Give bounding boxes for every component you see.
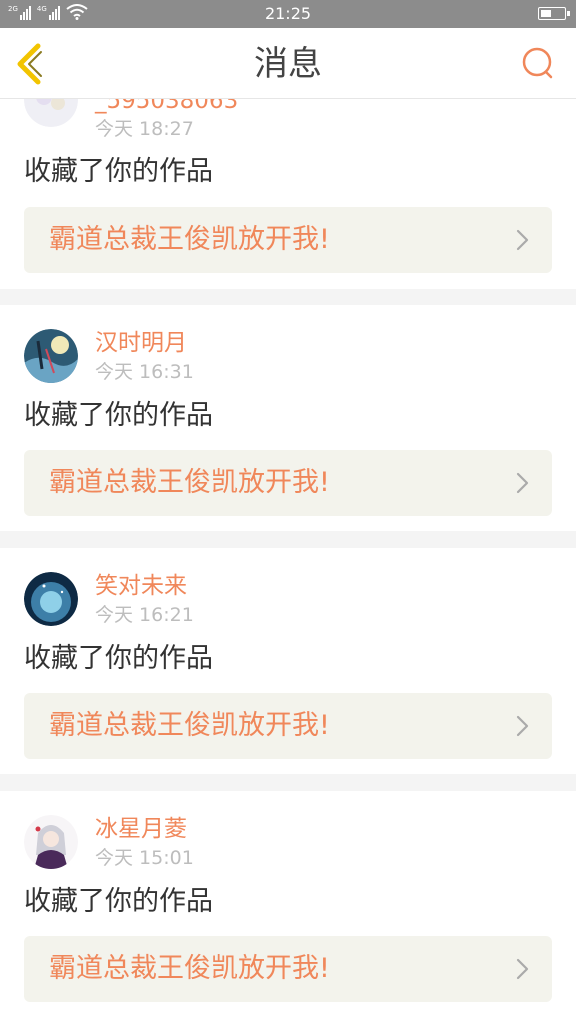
chevron-right-icon [516, 958, 529, 980]
message-card: _595038063 今天 18:27 收藏了你的作品 霸道总裁王俊凯放开我! [0, 99, 576, 289]
action-text: 收藏了你的作品 [24, 156, 213, 187]
timestamp: 今天 18:27 [95, 118, 194, 140]
work-title: 霸道总裁王俊凯放开我! [49, 710, 330, 741]
avatar[interactable] [24, 815, 78, 869]
header: 消息 [0, 28, 576, 99]
avatar[interactable] [24, 329, 78, 383]
work-title: 霸道总裁王俊凯放开我! [49, 224, 330, 255]
username[interactable]: 笑对未来 [95, 572, 187, 600]
work-link[interactable]: 霸道总裁王俊凯放开我! [24, 207, 552, 273]
timestamp: 今天 15:01 [95, 847, 194, 869]
avatar[interactable] [24, 99, 78, 127]
action-text: 收藏了你的作品 [24, 886, 213, 917]
battery-icon [538, 7, 570, 20]
page-title: 消息 [254, 44, 322, 84]
action-text: 收藏了你的作品 [24, 400, 213, 431]
username[interactable]: _595038063 [95, 99, 238, 115]
timestamp: 今天 16:21 [95, 604, 194, 626]
username[interactable]: 冰星月菱 [95, 815, 187, 843]
status-bar: 2G 4G 21:25 [0, 0, 576, 28]
action-text: 收藏了你的作品 [24, 643, 213, 674]
work-title: 霸道总裁王俊凯放开我! [49, 953, 330, 984]
work-link[interactable]: 霸道总裁王俊凯放开我! [24, 936, 552, 1002]
message-card: 笑对未来 今天 16:21 收藏了你的作品 霸道总裁王俊凯放开我! [0, 548, 576, 774]
message-card: 汉时明月 今天 16:31 收藏了你的作品 霸道总裁王俊凯放开我! [0, 305, 576, 531]
search-button[interactable] [518, 44, 558, 84]
search-icon [522, 47, 553, 79]
chevron-right-icon [516, 472, 529, 494]
work-link[interactable]: 霸道总裁王俊凯放开我! [24, 693, 552, 759]
work-title: 霸道总裁王俊凯放开我! [49, 467, 330, 498]
clock: 21:25 [264, 4, 312, 23]
chevron-right-icon [516, 229, 529, 251]
avatar[interactable] [24, 572, 78, 626]
message-list[interactable]: _595038063 今天 18:27 收藏了你的作品 霸道总裁王俊凯放开我! … [0, 99, 576, 1024]
message-card: 冰星月菱 今天 15:01 收藏了你的作品 霸道总裁王俊凯放开我! [0, 791, 576, 1024]
username[interactable]: 汉时明月 [95, 329, 187, 357]
chevron-right-icon [516, 715, 529, 737]
timestamp: 今天 16:31 [95, 361, 194, 383]
work-link[interactable]: 霸道总裁王俊凯放开我! [24, 450, 552, 516]
